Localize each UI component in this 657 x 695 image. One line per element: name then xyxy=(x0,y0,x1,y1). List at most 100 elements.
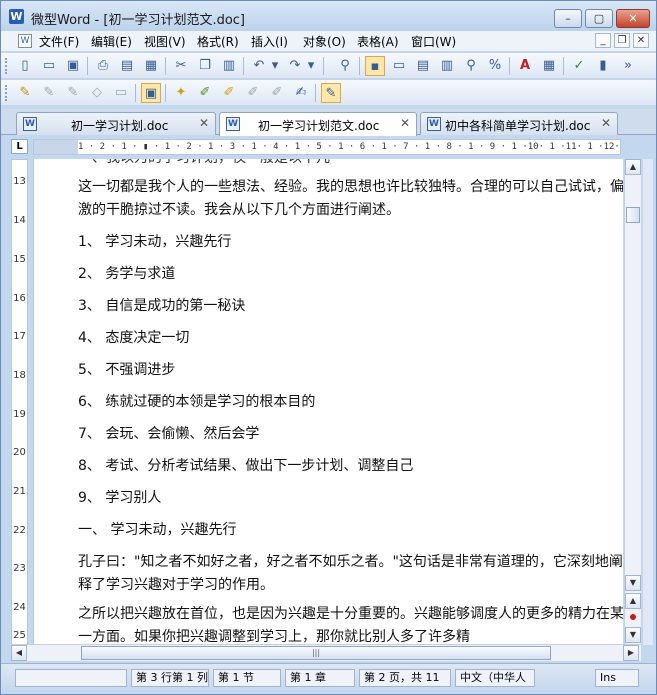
status-language[interactable]: 中文（中华人 xyxy=(455,669,535,687)
tab-stop-selector[interactable]: L xyxy=(11,139,28,154)
menu-insert[interactable]: 插入(I) xyxy=(251,33,288,50)
status-section: 第 1 节 xyxy=(213,669,281,687)
vertical-ruler[interactable]: 13 14 15 16 17 18 19 20 21 22 23 24 25 xyxy=(11,159,28,645)
horizontal-scroll-thumb[interactable]: ||| xyxy=(81,646,551,660)
tab-doc-1[interactable]: W 初一学习计划.doc ✕ xyxy=(16,112,216,135)
cut-icon[interactable]: ✂ xyxy=(171,56,191,76)
document-paragraph: 孔子曰："知之者不如好之者，好之者不如乐之者。"这句话是非常有道理的，它深刻地阐… xyxy=(78,554,623,593)
scroll-left-icon[interactable]: ◀ xyxy=(11,645,27,661)
paste-icon[interactable]: ▥ xyxy=(219,56,239,76)
shape-icon[interactable]: ◇ xyxy=(87,83,107,103)
object-select-icon[interactable]: ▣ xyxy=(141,83,161,103)
menu-window[interactable]: 窗口(W) xyxy=(411,33,456,50)
zoom-percent-icon[interactable]: % xyxy=(485,56,505,76)
two-page-view-icon[interactable]: ▥ xyxy=(437,56,457,76)
maximize-button[interactable]: ▢ xyxy=(585,9,613,28)
web-view-icon[interactable]: ▭ xyxy=(389,56,409,76)
undo-dropdown-icon[interactable]: ▾ xyxy=(269,56,281,76)
page-view-icon[interactable]: ▪ xyxy=(365,56,385,76)
tab-doc-3-close-icon[interactable]: ✕ xyxy=(601,116,611,130)
word-app-icon[interactable]: W xyxy=(9,9,24,24)
horizontal-ruler[interactable]: 1 · 2 · 1 · ▮ · 1 · 2 · 1 · 3 · 1 · 4 · … xyxy=(33,139,621,155)
find-binoculars-icon[interactable]: ⚲ xyxy=(335,56,355,76)
toolbar-grip[interactable] xyxy=(5,58,8,74)
marker-grey-icon[interactable]: ✐ xyxy=(243,83,263,103)
title-bar[interactable]: W 微型Word - [初一学习计划范文.doc] – ▢ ✕ xyxy=(1,1,656,31)
document-paragraph: 3、 自信是成功的第一秘诀 xyxy=(78,298,246,314)
scroll-up-icon[interactable]: ▲ xyxy=(625,159,641,175)
toolbar-separator xyxy=(87,57,88,75)
doc-close-button[interactable]: ✕ xyxy=(633,33,649,48)
menu-bar: W 文件(F) 编辑(E) 视图(V) 格式(R) 插入(I) 对象(O) 表格… xyxy=(1,31,656,51)
font-color-icon[interactable]: A xyxy=(515,56,535,76)
tab-doc-3[interactable]: W 初中各科简单学习计划.doc ✕ xyxy=(420,112,618,135)
copy-icon[interactable]: ❐ xyxy=(195,56,215,76)
format-icon[interactable]: ▦ xyxy=(539,56,559,76)
document-icon[interactable]: W xyxy=(18,34,32,48)
redo-icon[interactable]: ↷ xyxy=(285,56,305,76)
doc-minimize-button[interactable]: _ xyxy=(595,33,611,48)
spellcheck-icon[interactable]: ✓ xyxy=(569,56,589,76)
marker-yellow-icon[interactable]: ✐ xyxy=(219,83,239,103)
zoom-icon[interactable]: ⚲ xyxy=(461,56,481,76)
open-folder-icon[interactable]: ▭ xyxy=(39,56,59,76)
scroll-down-icon[interactable]: ▼ xyxy=(625,575,641,591)
marker-green-icon[interactable]: ✐ xyxy=(195,83,215,103)
tab-doc-1-label: 初一学习计划.doc xyxy=(71,119,169,133)
document-editing-area[interactable]: 一、我以为的学习计划，仅一般是以下几 这一切都是我个人的一些想法、经验。我的思想… xyxy=(33,159,623,645)
scroll-right-icon[interactable]: ▶ xyxy=(623,645,639,661)
save-icon[interactable]: ▣ xyxy=(63,56,83,76)
menu-format[interactable]: 格式(R) xyxy=(197,33,239,50)
document-paragraph: 一、我以为的学习计划，仅一般是以下几 xyxy=(78,159,623,170)
vruler-number: 13 xyxy=(13,176,26,187)
horizontal-scrollbar[interactable]: ◀ ||| ▶ xyxy=(11,644,641,661)
standard-toolbar: ▯ ▭ ▣ ⎙ ▤ ▦ ✂ ❐ ▥ ↶ ▾ ↷ ▾ ⚲ ▪ ▭ ▤ ▥ ⚲ % … xyxy=(1,52,656,78)
word-document-icon: W xyxy=(226,117,240,131)
document-tab-strip: W 初一学习计划.doc ✕ W 初一学习计划范文.doc ✕ W 初中各科简单… xyxy=(1,109,656,136)
vertical-scrollbar[interactable]: ▲ ▼ ▲ ▼ xyxy=(624,159,641,645)
vruler-number: 15 xyxy=(13,254,26,265)
pdf-export-icon[interactable]: ▤ xyxy=(117,56,137,76)
review-icon[interactable]: ✎ xyxy=(321,83,341,103)
menu-file[interactable]: 文件(F) xyxy=(39,33,79,50)
edit-pen-icon[interactable]: ✎ xyxy=(39,83,59,103)
menu-table[interactable]: 表格(A) xyxy=(357,33,399,50)
print-icon[interactable]: ⎙ xyxy=(93,56,113,76)
toolbar-overflow-icon[interactable]: » xyxy=(621,56,635,76)
document-paragraph: 1、 学习未动，兴趣先行 xyxy=(78,234,232,250)
highlight-pen-icon[interactable]: ✎ xyxy=(15,83,35,103)
annotate-icon[interactable]: ✍ xyxy=(291,83,311,103)
tab-doc-1-close-icon[interactable]: ✕ xyxy=(199,116,209,130)
next-page-icon[interactable]: ▼ xyxy=(625,627,641,643)
minimize-button[interactable]: – xyxy=(554,9,582,28)
undo-icon[interactable]: ↶ xyxy=(249,56,269,76)
marker-outline-icon[interactable]: ✐ xyxy=(267,83,287,103)
app-window: W 微型Word - [初一学习计划范文.doc] – ▢ ✕ W 文件(F) … xyxy=(0,0,657,695)
redo-dropdown-icon[interactable]: ▾ xyxy=(305,56,317,76)
print-preview-icon[interactable]: ▦ xyxy=(141,56,161,76)
doc-restore-button[interactable]: ❐ xyxy=(614,33,630,48)
status-bar: 第 3 行第 1 列 第 1 节 第 1 章 第 2 页，共 11 中文（中华人… xyxy=(1,663,656,694)
vruler-number: 16 xyxy=(13,293,26,304)
menu-edit[interactable]: 编辑(E) xyxy=(91,33,132,50)
prev-page-icon[interactable]: ▲ xyxy=(625,593,641,609)
new-document-icon[interactable]: ▯ xyxy=(15,56,35,76)
browse-object-icon[interactable] xyxy=(630,614,636,620)
tab-doc-3-label: 初中各科简单学习计划.doc xyxy=(445,119,591,133)
document-paragraph: 8、 考试、分析考试结果、做出下一步计划、调整自己 xyxy=(78,458,414,474)
tab-doc-2[interactable]: W 初一学习计划范文.doc ✕ xyxy=(219,112,417,136)
outline-view-icon[interactable]: ▤ xyxy=(413,56,433,76)
eraser-icon[interactable]: ✎ xyxy=(63,83,83,103)
tab-doc-2-close-icon[interactable]: ✕ xyxy=(400,116,410,130)
menu-view[interactable]: 视图(V) xyxy=(144,33,186,50)
magic-pen-icon[interactable]: ✦ xyxy=(171,83,191,103)
vertical-scroll-thumb[interactable] xyxy=(626,207,640,223)
word-count-icon[interactable]: ▮ xyxy=(593,56,613,76)
menu-object[interactable]: 对象(O) xyxy=(303,33,346,50)
status-insert-mode[interactable]: Ins xyxy=(595,669,639,687)
close-button[interactable]: ✕ xyxy=(616,9,650,28)
right-panel-splitter[interactable] xyxy=(643,159,653,645)
toolbar-grip[interactable] xyxy=(5,85,8,101)
note-icon[interactable]: ▭ xyxy=(111,83,131,103)
status-message xyxy=(15,669,127,687)
